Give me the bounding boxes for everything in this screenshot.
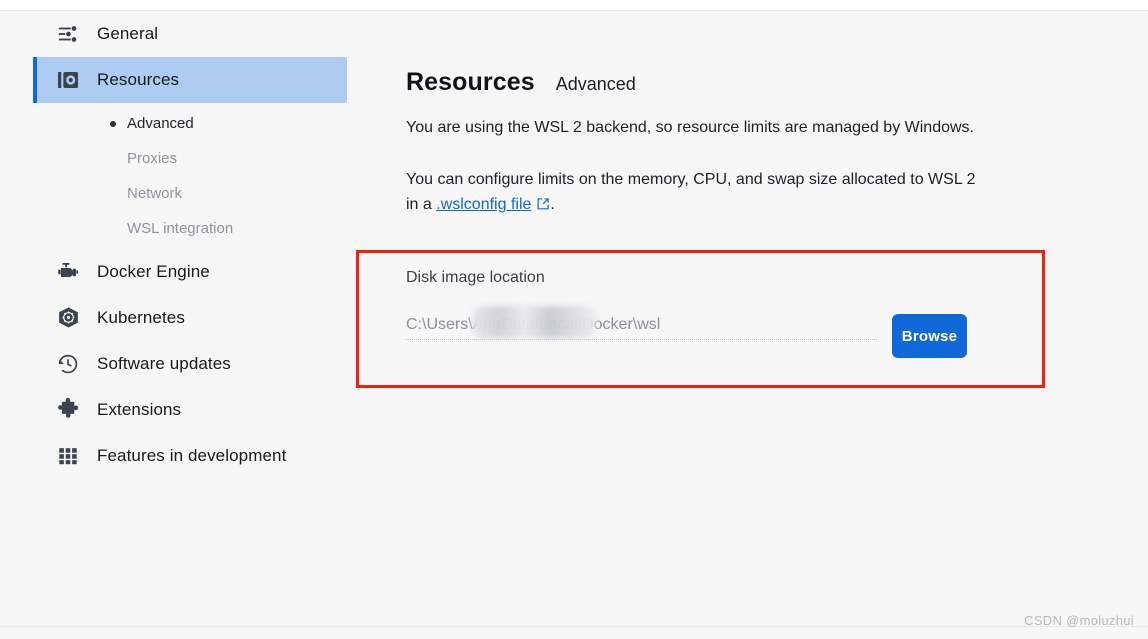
sidebar-item-features-in-development[interactable]: Features in development [33,433,347,479]
sidebar-item-software-updates[interactable]: Software updates [33,341,347,387]
browse-button[interactable]: Browse [892,314,967,358]
sidebar-item-label: Resources [97,70,180,89]
sidebar-item-label: Features in development [97,446,287,465]
sidebar-subitem-wsl-integration[interactable]: WSL integration [0,211,370,246]
external-link-icon[interactable] [536,194,550,219]
sidebar-item-resources[interactable]: Resources [33,57,347,103]
sidebar-subitem-label: Network [127,185,183,202]
disk-image-location-input[interactable]: C:\Users\AppData\Local\Docker\wsl [406,306,877,340]
engine-icon [55,259,81,285]
sidebar-item-label: Docker Engine [97,262,210,281]
wsl-config-description: You can configure limits on the memory, … [406,167,978,219]
history-clock-icon [55,351,81,377]
sidebar-subitem-advanced[interactable]: Advanced [0,106,370,141]
sidebar-subitem-label: Advanced [127,115,194,132]
sidebar-item-label: Extensions [97,400,182,419]
sidebar-subitem-label: WSL integration [127,220,234,237]
redacted-username-blur [472,306,596,338]
path-prefix: C:\Users [406,316,469,333]
grid-icon [55,443,81,469]
page-subtitle: Advanced [555,74,636,94]
sidebar-subitem-proxies[interactable]: Proxies [0,141,370,176]
wsl-config-text-after: . [550,196,555,213]
sidebar-item-kubernetes[interactable]: Kubernetes [33,295,347,341]
sidebar-item-label: General [97,24,159,43]
wsl-backend-description: You are using the WSL 2 backend, so reso… [406,119,974,136]
page-title: Resources [406,68,535,96]
sidebar-item-docker-engine[interactable]: Docker Engine [33,249,347,295]
sidebar-item-label: Software updates [97,354,231,373]
bottom-divider [0,626,1148,627]
kubernetes-helm-icon [55,305,81,331]
window-top-strip [0,0,1148,11]
wslconfig-file-link[interactable]: .wslconfig file [436,196,531,213]
page-heading: Resources Advanced [406,68,1106,97]
puzzle-piece-icon [55,397,81,423]
sidebar-item-label: Kubernetes [97,308,185,327]
settings-sidebar: General Resources Advanced Proxies Netwo… [0,11,370,626]
sliders-icon [55,21,81,47]
disk-image-location-label: Disk image location [406,269,545,286]
sidebar-subitem-network[interactable]: Network [0,176,370,211]
sidebar-item-extensions[interactable]: Extensions [33,387,347,433]
sidebar-item-general[interactable]: General [33,11,347,57]
docker-desktop-settings-window: General Resources Advanced Proxies Netwo… [0,0,1148,639]
resources-sub-menu: Advanced Proxies Network WSL integration [0,106,370,246]
sidebar-subitem-label: Proxies [127,150,178,167]
disk-drive-icon [55,67,81,93]
settings-main-panel: Resources Advanced You are using the WSL… [406,11,1106,235]
watermark: CSDN @moluzhui [1024,613,1134,628]
